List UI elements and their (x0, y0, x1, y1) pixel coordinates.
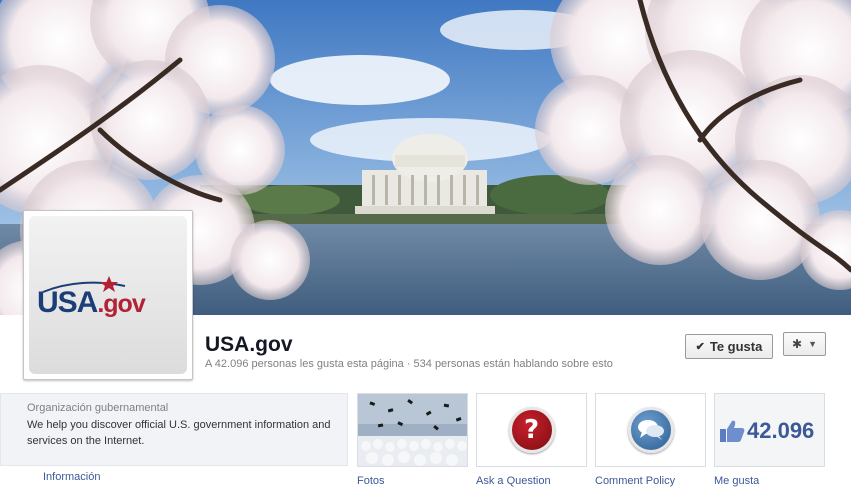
logo-usa-text: USA (37, 286, 98, 319)
app-tile-photos[interactable] (357, 393, 468, 467)
question-icon: ? (508, 407, 555, 453)
about-box[interactable]: Organización gubernamental We help you d… (0, 393, 348, 466)
liked-button[interactable]: ✔ Te gusta (685, 334, 773, 359)
photo-thumbnail (358, 394, 467, 466)
app-tile-comment-policy[interactable] (595, 393, 706, 467)
gear-icon: ✱ (792, 337, 803, 351)
liked-button-label: Te gusta (709, 339, 763, 354)
page-title[interactable]: USA.gov (205, 333, 293, 357)
page-category: Organización gubernamental (27, 402, 169, 414)
app-label-ask-question[interactable]: Ask a Question (476, 475, 551, 487)
about-link[interactable]: Información (43, 471, 100, 483)
speech-bubbles-icon (627, 407, 674, 453)
app-label-likes[interactable]: Me gusta (714, 475, 759, 487)
question-glyph: ? (523, 415, 540, 445)
likes-count: 42.096 (747, 418, 815, 443)
usagov-logo: USA.gov (37, 276, 182, 321)
app-label-comment-policy[interactable]: Comment Policy (595, 475, 675, 487)
app-tile-likes[interactable]: 42.096 (714, 393, 825, 467)
thumbs-up-icon (720, 420, 745, 442)
logo-gov-text: .gov (97, 290, 145, 318)
profile-picture-frame: USA.gov (29, 216, 187, 374)
settings-menu-button[interactable]: ✱ ▼ (783, 332, 826, 356)
page-description: We help you discover official U.S. gover… (27, 419, 331, 447)
app-label-photos[interactable]: Fotos (357, 475, 385, 487)
app-tile-ask-question[interactable]: ? (476, 393, 587, 467)
caret-down-icon: ▼ (808, 339, 817, 349)
profile-picture[interactable]: USA.gov (23, 210, 193, 380)
page-stats: A 42.096 personas les gusta esta página … (205, 358, 613, 370)
check-icon: ✔ (695, 341, 705, 353)
